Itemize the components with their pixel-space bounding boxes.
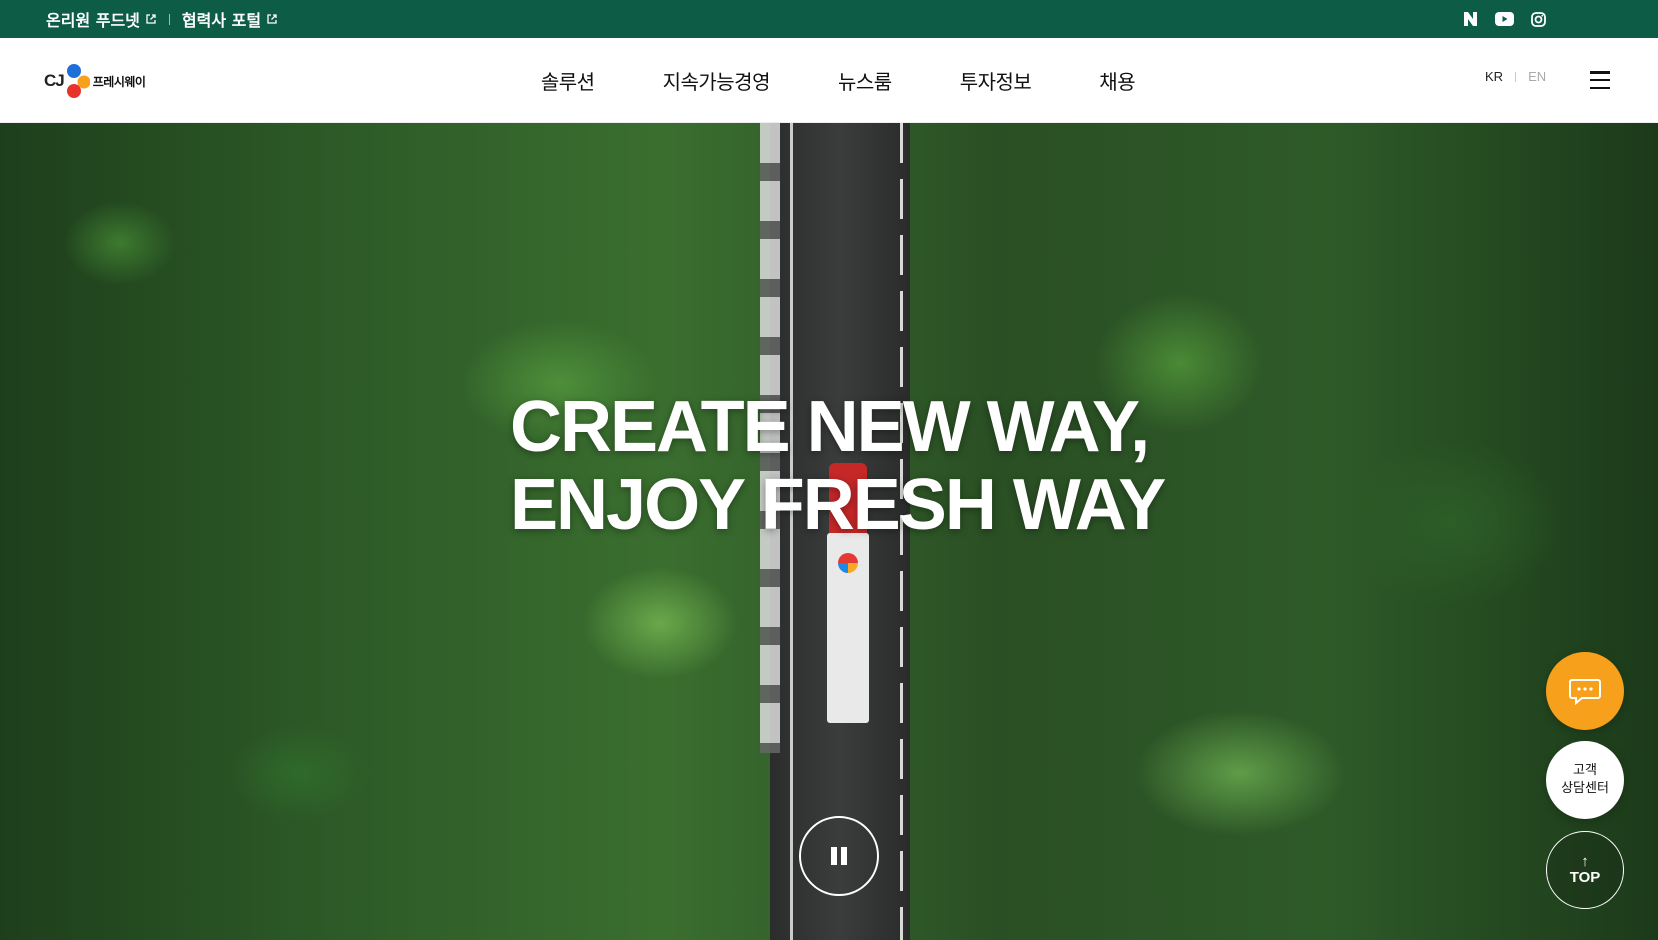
utility-links: 온리원 푸드넷 협력사 포털 (46, 0, 278, 38)
main-nav: 솔루션 지속가능경영 뉴스룸 투자정보 채용 (0, 38, 1658, 123)
arrow-up-icon: ↑ (1581, 852, 1589, 870)
site-header: CJ 프레시웨이 솔루션 지속가능경영 뉴스룸 투자정보 채용 KR EN (0, 38, 1658, 123)
naver-blog-icon[interactable] (1460, 9, 1480, 29)
logo-text: 프레시웨이 (92, 74, 146, 89)
social-links (1460, 0, 1548, 38)
nav-careers[interactable]: 채용 (1099, 66, 1135, 95)
partner-portal-label: 협력사 포털 (181, 11, 262, 30)
hamburger-menu-icon[interactable] (1590, 71, 1610, 89)
onlyone-foodnet-link[interactable]: 온리원 푸드넷 (46, 7, 157, 31)
lang-divider (1515, 71, 1517, 82)
nav-newsroom[interactable]: 뉴스룸 (838, 66, 892, 95)
customer-center-button[interactable]: 고객 상담센터 (1546, 741, 1624, 819)
youtube-icon[interactable] (1494, 9, 1514, 29)
pause-icon (831, 847, 837, 865)
partner-portal-link[interactable]: 협력사 포털 (182, 7, 278, 31)
logo-cj-mark: CJ (44, 71, 65, 90)
hero-headline-line2: ENJOY FRESH WAY (510, 465, 1166, 545)
cj-freshway-logo[interactable]: CJ 프레시웨이 (44, 60, 146, 102)
chat-bubble-icon (1569, 679, 1601, 705)
nav-investor[interactable]: 투자정보 (960, 66, 1032, 95)
utility-bar: 온리원 푸드넷 협력사 포털 (0, 0, 1658, 38)
instagram-icon[interactable] (1528, 9, 1548, 29)
customer-center-line2: 상담센터 (1561, 781, 1609, 796)
language-switcher: KR EN (1485, 69, 1546, 84)
hero-headline-line1: CREATE NEW WAY, (510, 387, 1150, 467)
onlyone-foodnet-label: 온리원 푸드넷 (46, 11, 140, 30)
external-link-icon (146, 14, 156, 24)
cj-petals-icon (66, 64, 90, 98)
hero-headline: CREATE NEW WAY, ENJOY FRESH WAY (510, 388, 1210, 544)
external-link-icon (267, 14, 277, 24)
nav-sustainability[interactable]: 지속가능경영 (663, 66, 771, 95)
link-divider (168, 13, 170, 25)
nav-solution[interactable]: 솔루션 (541, 66, 595, 95)
top-label: TOP (1569, 868, 1601, 886)
pause-button[interactable] (799, 816, 879, 896)
lang-en-button[interactable]: EN (1528, 69, 1546, 84)
chatbot-button[interactable] (1546, 652, 1624, 730)
scroll-top-button[interactable]: ↑ TOP (1546, 831, 1624, 909)
hero-visual: CREATE NEW WAY, ENJOY FRESH WAY (0, 123, 1658, 940)
customer-center-line1: 고객 (1573, 763, 1597, 778)
lang-kr-button[interactable]: KR (1485, 69, 1503, 84)
